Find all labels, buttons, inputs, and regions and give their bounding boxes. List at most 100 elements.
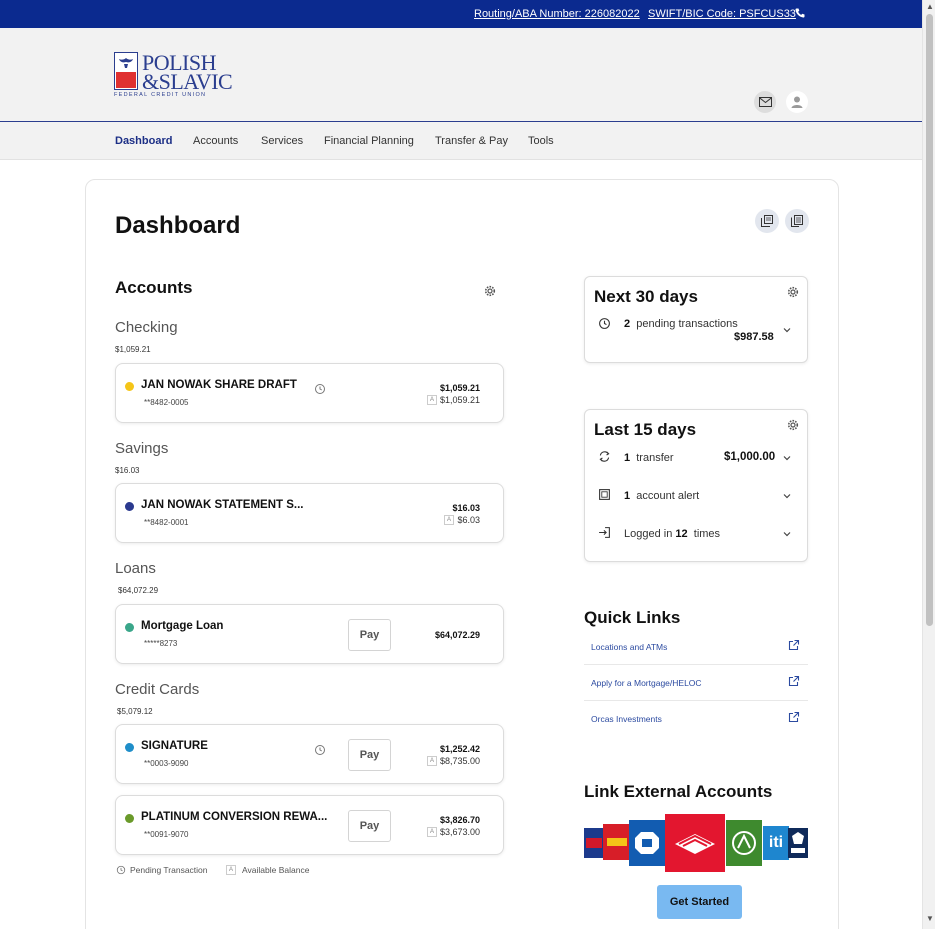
bank-logo-usbank xyxy=(584,828,604,858)
account-alert-summary[interactable]: 1 account alert xyxy=(624,490,699,502)
divider xyxy=(584,664,808,665)
documents-icon xyxy=(791,215,803,227)
link-external-heading: Link External Accounts xyxy=(584,782,773,801)
external-link-icon[interactable] xyxy=(788,675,800,687)
usaa-eagle-icon xyxy=(791,832,805,853)
nav-accounts[interactable]: Accounts xyxy=(193,135,238,147)
chase-octagon-icon xyxy=(635,832,659,854)
site-header: POLISH &SLAVIC FEDERAL CREDIT UNION xyxy=(0,28,922,122)
savings-heading: Savings xyxy=(115,440,169,457)
account-number: **8482-0005 xyxy=(144,398,189,407)
login-icon xyxy=(599,527,610,538)
account-color-dot xyxy=(125,743,134,752)
account-name: PLATINUM CONVERSION REWA... xyxy=(141,811,328,823)
available-icon: A xyxy=(427,395,437,405)
copy-icon xyxy=(761,215,773,227)
bank-logo-usaa xyxy=(788,828,808,858)
next-30-title: Next 30 days xyxy=(594,287,698,306)
external-link-icon[interactable] xyxy=(788,639,800,651)
pending-clock-icon xyxy=(116,865,126,875)
quick-link-locations[interactable]: Locations and ATMs xyxy=(591,642,667,652)
pay-button[interactable]: Pay xyxy=(348,739,391,771)
nav-transfer-pay[interactable]: Transfer & Pay xyxy=(435,135,508,147)
gear-icon[interactable] xyxy=(787,286,799,298)
account-number: *****8273 xyxy=(144,639,178,648)
transfer-icon xyxy=(599,451,610,462)
available-balance: $3,673.00 xyxy=(439,827,480,837)
nav-tools[interactable]: Tools xyxy=(528,135,554,147)
accounts-heading: Accounts xyxy=(115,278,193,297)
credit-cards-total: $5,079.12 xyxy=(117,707,153,716)
account-balance: $1,252.42 xyxy=(439,744,480,754)
checking-heading: Checking xyxy=(115,319,178,336)
phone-icon[interactable] xyxy=(794,7,806,19)
gear-icon[interactable] xyxy=(787,419,799,431)
account-balance: $3,826.70 xyxy=(439,815,480,825)
account-card-platinum[interactable]: PLATINUM CONVERSION REWA... **0091-9070 … xyxy=(115,795,504,855)
account-color-dot xyxy=(125,623,134,632)
loans-total: $64,072.29 xyxy=(118,586,159,595)
account-balance: $1,059.21 xyxy=(439,383,480,393)
bank-logo-chase xyxy=(629,820,665,866)
quick-link-mortgage[interactable]: Apply for a Mortgage/HELOC xyxy=(591,678,702,688)
transfer-summary[interactable]: 1 transfer xyxy=(624,452,674,464)
account-card-statement-savings[interactable]: JAN NOWAK STATEMENT S... **8482-0001 $16… xyxy=(115,483,504,543)
mail-icon xyxy=(758,97,772,107)
last-15-title: Last 15 days xyxy=(594,420,697,439)
routing-number-link[interactable]: Routing/ABA Number: 226082022 xyxy=(474,8,640,20)
scrollbar[interactable]: ▲ ▼ xyxy=(922,0,935,929)
nav-dashboard[interactable]: Dashboard xyxy=(115,135,172,147)
legend-pending: Pending Transaction xyxy=(130,865,208,875)
nav-financial-planning[interactable]: Financial Planning xyxy=(324,135,414,147)
credit-union-logo[interactable]: POLISH &SLAVIC FEDERAL CREDIT UNION xyxy=(114,50,234,100)
main-nav: Dashboard Accounts Services Financial Pl… xyxy=(0,122,922,160)
quick-link-investments[interactable]: Orcas Investments xyxy=(591,714,662,724)
chevron-down-icon[interactable] xyxy=(782,529,792,539)
customize-layout-button[interactable] xyxy=(755,209,779,233)
account-name: SIGNATURE xyxy=(141,740,208,752)
logo-tagline: FEDERAL CREDIT UNION xyxy=(114,92,207,98)
account-color-dot xyxy=(125,382,134,391)
boa-flag-icon xyxy=(675,834,715,854)
gear-icon[interactable] xyxy=(484,285,496,297)
alert-icon xyxy=(599,489,610,500)
quick-links-heading: Quick Links xyxy=(584,608,681,627)
profile-button[interactable] xyxy=(786,91,808,113)
bank-logo-citi: iti xyxy=(763,826,789,860)
available-icon: A xyxy=(226,865,236,875)
chevron-down-icon[interactable] xyxy=(782,325,792,335)
account-name: JAN NOWAK STATEMENT S... xyxy=(141,499,304,511)
pending-transactions-summary[interactable]: 2 pending transactions xyxy=(624,318,738,330)
print-statements-button[interactable] xyxy=(785,209,809,233)
scroll-up-arrow-icon[interactable]: ▲ xyxy=(926,2,934,11)
scroll-down-arrow-icon[interactable]: ▼ xyxy=(926,914,934,923)
login-count: 12 xyxy=(675,528,688,540)
chevron-down-icon[interactable] xyxy=(782,453,792,463)
chevron-down-icon[interactable] xyxy=(782,491,792,501)
account-color-dot xyxy=(125,814,134,823)
pay-button[interactable]: Pay xyxy=(348,810,391,842)
login-summary[interactable]: Logged in 12 times xyxy=(624,528,720,540)
messages-button[interactable] xyxy=(754,91,776,113)
available-icon: A xyxy=(427,827,437,837)
login-prefix: Logged in xyxy=(624,528,673,540)
external-link-icon[interactable] xyxy=(788,711,800,723)
scrollbar-thumb[interactable] xyxy=(926,14,933,626)
account-card-mortgage[interactable]: Mortgage Loan *****8273 Pay $64,072.29 xyxy=(115,604,504,664)
credit-cards-heading: Credit Cards xyxy=(115,681,200,698)
available-icon: A xyxy=(444,515,454,525)
pay-button[interactable]: Pay xyxy=(348,619,391,651)
logo-eagle-icon xyxy=(119,58,133,68)
legend-available: Available Balance xyxy=(242,865,310,875)
logo-red-block xyxy=(116,72,136,88)
swift-code-link[interactable]: SWIFT/BIC Code: PSFCUS33 xyxy=(648,8,796,20)
nav-services[interactable]: Services xyxy=(261,135,303,147)
bank-logos-carousel: iti xyxy=(584,814,808,872)
account-balance: $16.03 xyxy=(452,503,480,513)
get-started-button[interactable]: Get Started xyxy=(657,885,742,919)
account-card-signature[interactable]: SIGNATURE **0003-9090 Pay $1,252.42 A $8… xyxy=(115,724,504,784)
alert-count: 1 xyxy=(624,490,631,502)
savings-total: $16.03 xyxy=(115,466,140,475)
account-card-share-draft[interactable]: JAN NOWAK SHARE DRAFT **8482-0005 $1,059… xyxy=(115,363,504,423)
transfer-amount: $1,000.00 xyxy=(724,451,776,463)
